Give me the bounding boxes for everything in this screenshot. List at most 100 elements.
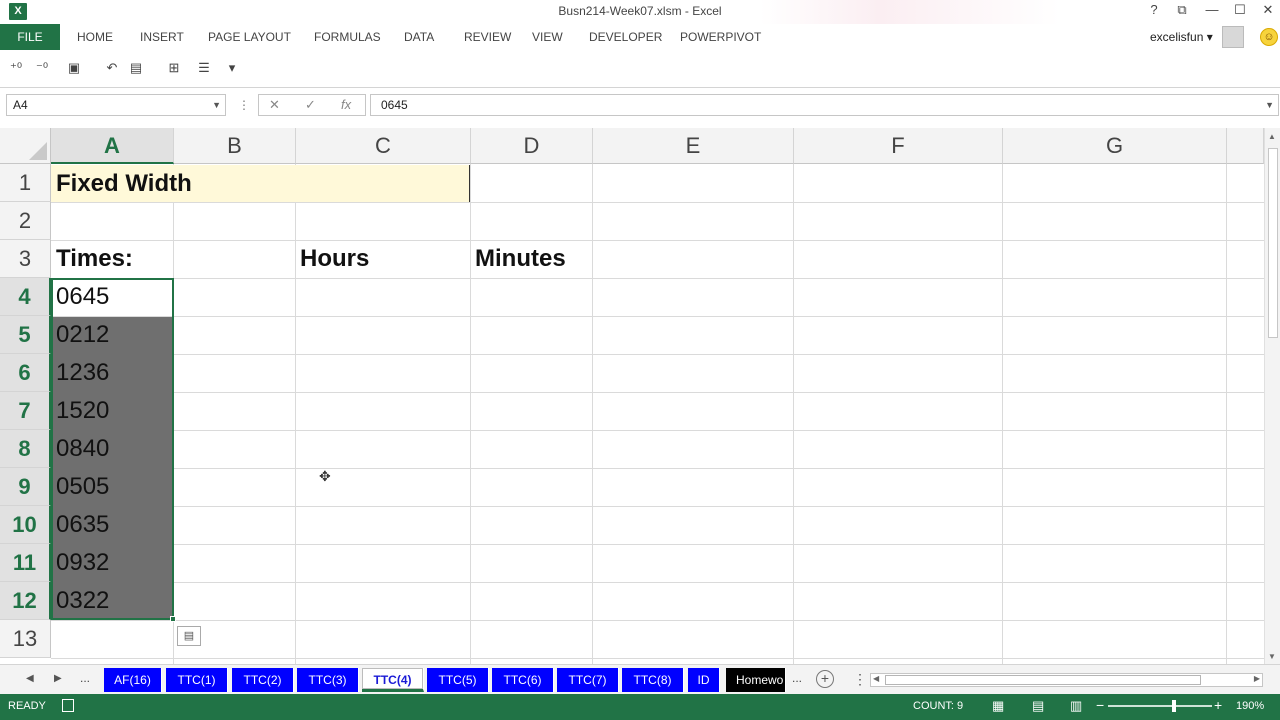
name-box[interactable]: A4 ▼	[6, 94, 226, 116]
sheet-more-left[interactable]: ...	[80, 671, 90, 685]
row-header-10[interactable]: 10	[0, 506, 51, 544]
sheet-next-icon[interactable]: ▶	[54, 673, 62, 684]
column-header-f[interactable]: F	[794, 128, 1003, 164]
chevron-down-icon[interactable]: ▼	[212, 95, 221, 115]
user-account-name[interactable]: excelisfun ▾	[1150, 24, 1213, 50]
vertical-scrollbar[interactable]: ▲ ▼	[1264, 128, 1280, 664]
scroll-right-icon[interactable]: ▶	[1254, 674, 1260, 683]
insert-function-icon[interactable]: fx	[341, 97, 351, 112]
formula-input[interactable]: 0645 ▼	[370, 94, 1279, 116]
tab-data[interactable]: DATA	[404, 24, 434, 50]
sheet-tab-ttc2[interactable]: TTC(2)	[232, 668, 294, 692]
scroll-down-icon[interactable]: ▼	[1268, 652, 1276, 661]
horizontal-scrollbar[interactable]: ◀ ▶	[870, 673, 1263, 687]
cell-a3[interactable]: Times:	[51, 240, 133, 278]
feedback-smiley-icon[interactable]: ☺	[1260, 28, 1278, 46]
zoom-out-icon[interactable]: −	[1096, 697, 1104, 713]
quick-analysis-icon[interactable]: ▤	[177, 626, 201, 646]
normal-view-icon[interactable]: ▦	[992, 698, 1004, 714]
increase-decimal-icon[interactable]: ⁺⁰	[6, 59, 26, 77]
sheet-tab-ttc7[interactable]: TTC(7)	[557, 668, 619, 692]
column-header-h[interactable]	[1227, 128, 1264, 164]
page-layout-view-icon[interactable]: ▤	[1032, 698, 1044, 714]
format-painter-icon[interactable]: ▣	[64, 59, 84, 77]
new-sheet-icon[interactable]: +	[816, 670, 834, 688]
column-header-d[interactable]: D	[471, 128, 593, 164]
gridline	[793, 164, 794, 664]
sheet-tab-homework[interactable]: Homewo	[726, 668, 786, 692]
minimize-icon[interactable]: —	[1198, 2, 1226, 17]
row-header-11[interactable]: 11	[0, 544, 51, 582]
window-title: Busn214-Week07.xlsm - Excel	[558, 4, 722, 18]
tab-home[interactable]: HOME	[77, 24, 113, 50]
scroll-left-icon[interactable]: ◀	[873, 674, 879, 683]
cell-a1[interactable]: Fixed Width	[51, 165, 192, 203]
customize-toolbar-icon[interactable]: ▾	[222, 59, 242, 77]
formula-bar-resize-handle[interactable]: ⋮	[238, 98, 250, 112]
close-icon[interactable]: ✕	[1254, 2, 1280, 18]
enter-check-icon[interactable]: ✓	[305, 97, 316, 113]
zoom-slider[interactable]	[1108, 705, 1212, 707]
zoom-slider-knob[interactable]	[1172, 700, 1176, 712]
row-header-12[interactable]: 12	[0, 582, 51, 620]
undo-icon[interactable]: ↶	[102, 59, 122, 77]
macro-recording-icon[interactable]	[62, 699, 74, 712]
zoom-level[interactable]: 190%	[1236, 700, 1264, 712]
tab-review[interactable]: REVIEW	[464, 24, 511, 50]
cell-d3[interactable]: Minutes	[470, 240, 566, 278]
sheet-tab-ttc8[interactable]: TTC(8)	[622, 668, 684, 692]
cell-c3[interactable]: Hours	[295, 240, 369, 278]
tab-formulas[interactable]: FORMULAS	[314, 24, 381, 50]
row-header-5[interactable]: 5	[0, 316, 51, 354]
sheet-more-right[interactable]: ...	[792, 671, 802, 685]
row-header-13[interactable]: 13	[0, 620, 51, 658]
sheet-tab-id[interactable]: ID	[688, 668, 720, 692]
column-header-a[interactable]: A	[51, 128, 174, 164]
tab-powerpivot[interactable]: POWERPIVOT	[680, 24, 761, 50]
row-header-4[interactable]: 4	[0, 278, 51, 316]
page-break-view-icon[interactable]: ▥	[1070, 698, 1082, 714]
row-header-1[interactable]: 1	[0, 164, 51, 202]
ribbon-display-options-icon[interactable]: ⧉	[1168, 2, 1196, 18]
tab-file[interactable]: FILE	[0, 24, 60, 50]
vertical-scroll-thumb[interactable]	[1268, 148, 1278, 338]
row-header-3[interactable]: 3	[0, 240, 51, 278]
tab-page-layout[interactable]: PAGE LAYOUT	[208, 24, 291, 50]
gridline	[1226, 164, 1227, 664]
sheet-tab-ttc6[interactable]: TTC(6)	[492, 668, 554, 692]
fill-handle[interactable]	[170, 616, 176, 622]
row-header-2[interactable]: 2	[0, 202, 51, 240]
help-icon[interactable]: ?	[1140, 2, 1168, 17]
splitter-icon[interactable]: ⋮	[853, 671, 867, 688]
column-header-e[interactable]: E	[593, 128, 794, 164]
select-all-button[interactable]	[0, 128, 51, 164]
tab-view[interactable]: VIEW	[532, 24, 563, 50]
sheet-prev-icon[interactable]: ◀	[26, 673, 34, 684]
row-header-6[interactable]: 6	[0, 354, 51, 392]
tab-developer[interactable]: DEVELOPER	[589, 24, 662, 50]
cancel-icon[interactable]: ✕	[269, 97, 280, 113]
avatar[interactable]	[1222, 26, 1244, 48]
column-header-b[interactable]: B	[174, 128, 296, 164]
row-header-7[interactable]: 7	[0, 392, 51, 430]
sheet-tab-ttc1[interactable]: TTC(1)	[166, 668, 228, 692]
column-header-g[interactable]: G	[1003, 128, 1227, 164]
expand-formula-bar-icon[interactable]: ▼	[1265, 95, 1274, 115]
worksheet-grid[interactable]: A B C D E F G 1 2 3 4 5 6 7 8 9 10 11 12…	[0, 128, 1264, 664]
scroll-up-icon[interactable]: ▲	[1268, 132, 1276, 141]
decrease-decimal-icon[interactable]: ⁻⁰	[32, 59, 52, 77]
sheet-tab-ttc4[interactable]: TTC(4)	[362, 668, 424, 692]
sheet-tab-ttc3[interactable]: TTC(3)	[297, 668, 359, 692]
zoom-in-icon[interactable]: +	[1214, 697, 1222, 713]
wrap-text-icon[interactable]: ☰	[194, 59, 214, 77]
column-header-c[interactable]: C	[296, 128, 471, 164]
row-header-9[interactable]: 9	[0, 468, 51, 506]
horizontal-scroll-thumb[interactable]	[885, 675, 1201, 685]
tab-insert[interactable]: INSERT	[140, 24, 184, 50]
borders-icon[interactable]: ⊞	[164, 59, 184, 77]
maximize-icon[interactable]: ☐	[1226, 2, 1254, 18]
sheet-tab-af16[interactable]: AF(16)	[104, 668, 162, 692]
paste-special-icon[interactable]: ▤	[126, 59, 146, 77]
row-header-8[interactable]: 8	[0, 430, 51, 468]
sheet-tab-ttc5[interactable]: TTC(5)	[427, 668, 489, 692]
